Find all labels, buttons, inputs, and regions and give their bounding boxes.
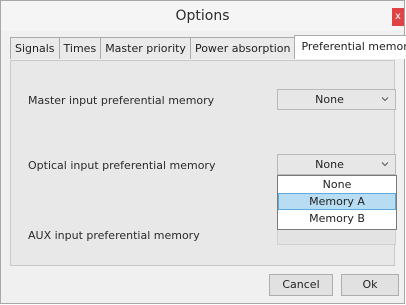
window-title: Options [175,8,230,24]
dropdown-option-none[interactable]: None [278,176,396,193]
aux-memory-label: AUX input preferential memory [28,229,200,242]
tab-master-priority[interactable]: Master priority [100,37,191,59]
cancel-button[interactable]: Cancel [269,274,333,296]
optical-memory-value: None [315,158,344,171]
tab-preferential-memory[interactable]: Preferential memory [294,35,406,59]
tab-strip: Signals Times Master priority Power abso… [10,35,406,60]
optical-memory-label: Optical input preferential memory [28,159,216,172]
dropdown-option-memory-a[interactable]: Memory A [278,193,396,210]
tab-power-absorption[interactable]: Power absorption [189,37,296,59]
close-button[interactable]: x [392,8,404,26]
master-memory-value: None [315,93,344,106]
master-memory-label: Master input preferential memory [28,94,215,107]
master-memory-select[interactable]: None [277,89,396,110]
chevron-down-icon [381,97,389,102]
chevron-down-icon [381,162,389,167]
ok-button[interactable]: Ok [341,274,399,296]
optical-memory-dropdown-list: None Memory A Memory B [277,175,397,230]
title-bar: Options x [1,1,404,31]
tab-signals[interactable]: Signals [10,37,60,59]
options-dialog: Options x Signals Times Master priority … [0,0,406,304]
dropdown-option-memory-b[interactable]: Memory B [278,210,396,227]
optical-memory-select[interactable]: None [277,154,396,175]
tab-times[interactable]: Times [58,37,102,59]
